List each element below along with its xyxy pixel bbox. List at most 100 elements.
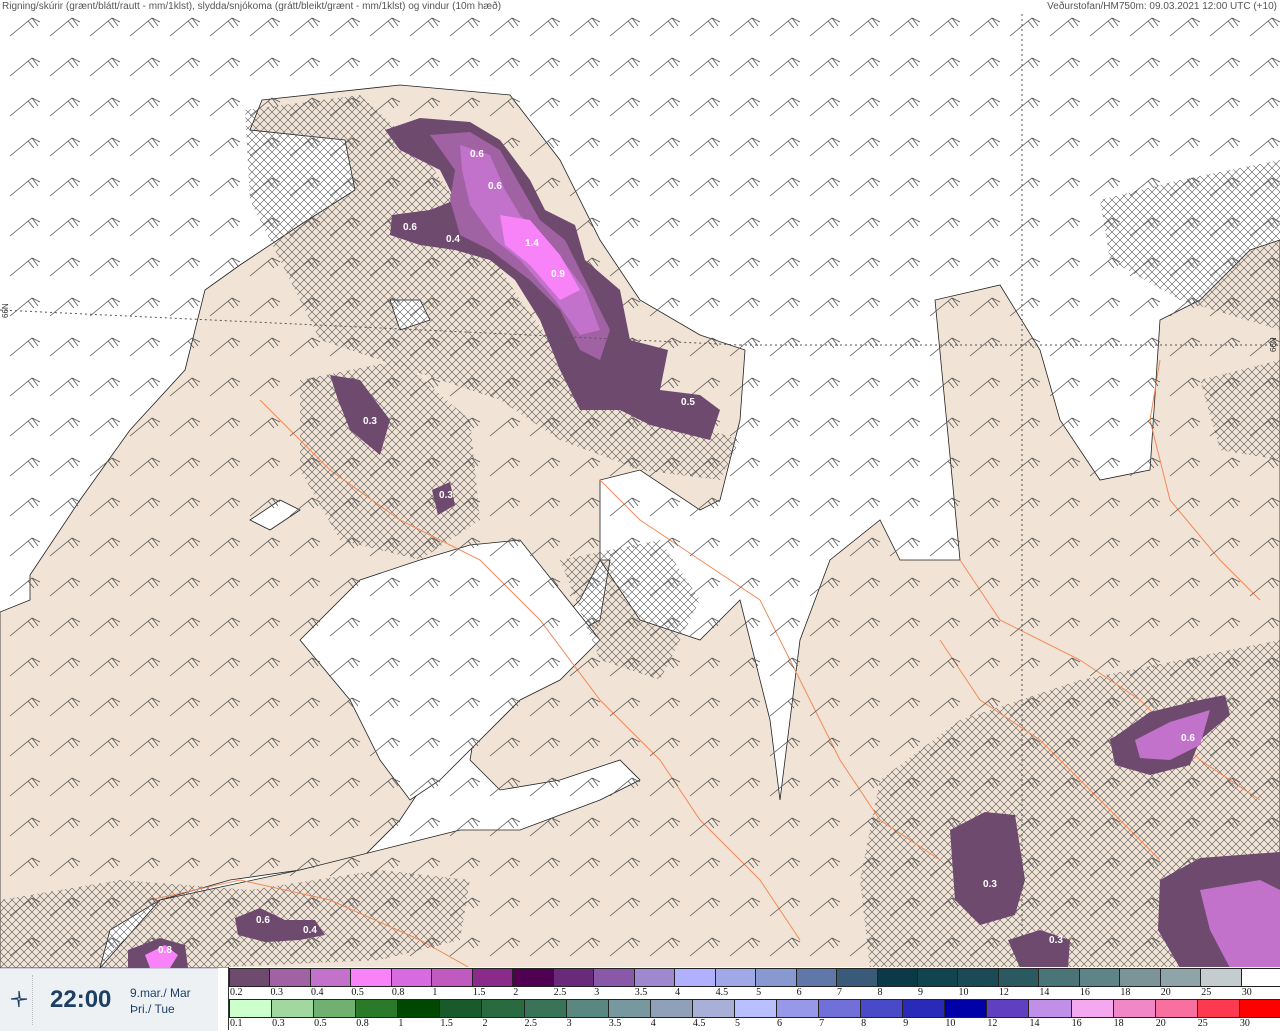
precip-value-label: 0.3 [439,490,453,501]
snow-legend-swatch [1240,968,1280,987]
rain-legend-swatch [1070,999,1114,1018]
rain-legend-label: 14 [1029,1018,1040,1029]
snow-legend-label: 0.8 [391,987,405,998]
rain-legend-label: 5 [734,1018,740,1029]
cycle-icon[interactable] [9,989,29,1009]
snow-legend-label: 8 [877,987,883,998]
rain-legend-swatch [986,999,1030,1018]
precip-value-label: 0.6 [488,181,502,192]
snow-legend-swatch [714,968,757,987]
snow-legend-label: 4.5 [715,987,729,998]
rain-legend-label: 8 [861,1018,867,1029]
rain-legend-label: 0.3 [272,1018,285,1029]
snow-legend-label: 7 [837,987,843,998]
snow-legend-label: 2.5 [553,987,567,998]
snow-legend-swatch [795,968,838,987]
precip-value-label: 0.9 [551,269,565,280]
rain-legend-label: 7 [819,1018,825,1029]
rain-legend-swatch [902,999,946,1018]
precip-value-label: 0.3 [363,416,377,427]
rain-legend-swatch [523,999,567,1018]
rain-legend-label: 2.5 [524,1018,538,1029]
snow-legend-swatch [1159,968,1202,987]
rain-legend-label: 25 [1197,1018,1208,1029]
precip-value-label: 0.4 [303,925,317,936]
snow-scale-labels: 0.2 0.3 0.4 0.5 0.8 1 1.5 2 2.5 3 3.5 4 4.5 5 6 7 8 9 10 12… [229,987,1280,998]
rain-legend-swatch [355,999,399,1018]
rain-legend-label: 20 [1155,1018,1166,1029]
snow-color-scale [229,968,1280,987]
rain-legend-label: 0.8 [356,1018,369,1029]
rain-legend-label: 3 [566,1018,572,1029]
snow-legend-label: 3 [594,987,600,998]
color-legend: 0.2 0.3 0.4 0.5 0.8 1 1.5 2 2.5 3 3.5 4 4.5 5 6 7 8 9 10 12… [228,967,1280,1030]
rain-legend-swatch [565,999,609,1018]
precip-value-label: 0.5 [681,397,695,408]
rain-legend-label: 16 [1071,1018,1082,1029]
snow-legend-swatch [1038,968,1080,987]
rain-legend-label: 1 [398,1018,404,1029]
precip-value-label: 0.6 [1181,733,1195,744]
rain-legend-swatch [397,999,441,1018]
snow-legend-label: 18 [1120,987,1131,998]
snow-legend-label: 1.5 [472,987,486,998]
rain-legend-label: 12 [987,1018,998,1029]
precip-value-label: 1.4 [525,238,539,249]
snow-legend-swatch [997,968,1040,987]
snow-legend-swatch [633,968,676,987]
map-title: Rigning/skúrir (grænt/blátt/rautt - mm/1… [2,0,502,13]
rain-legend-swatch [607,999,651,1018]
weather-map[interactable]: 0.6 0.6 0.6 0.4 1.4 0.9 0.5 0.3 0.3 0.6 0.3 0.3 0.6 0… [0,0,1280,968]
precip-value-label: 0.3 [1049,935,1063,946]
snow-legend-label: 0.3 [270,987,283,998]
snow-legend-swatch [957,968,999,987]
snow-legend-swatch [1078,968,1121,987]
rain-legend-swatch [818,999,862,1018]
forecast-weekday: Þri./ Tue [130,1002,175,1016]
snow-legend-swatch [431,968,473,987]
rain-legend-swatch [1154,999,1198,1018]
rain-legend-swatch [733,999,778,1018]
snow-legend-swatch [512,968,554,987]
snow-legend-label: 20 [1160,987,1171,998]
rain-legend-swatch [1196,999,1240,1018]
snow-legend-label: 30 [1241,987,1252,998]
snow-legend-swatch [593,968,635,987]
lat-label-left: 66N [1,303,10,318]
snow-legend-swatch [876,968,918,987]
forecast-date: 9.mar./ Mar [130,986,191,1000]
rain-legend-label: 2 [482,1018,488,1029]
rain-legend-label: 9 [903,1018,909,1029]
rain-scale-labels: 0.1 0.3 0.5 0.8 1 1.5 2 2.5 3 3.5 4 4.5 5 6 7 8 9 10 12 14 1… [229,1018,1280,1029]
time-panel[interactable]: 22:00 9.mar./ Mar Þri./ Tue [0,968,218,1031]
rain-legend-swatch [691,999,735,1018]
snow-legend-label: 9 [917,987,923,998]
rain-legend-swatch [860,999,904,1018]
precip-value-label: 0.3 [983,879,997,890]
rain-color-scale [229,999,1280,1018]
snow-legend-swatch [916,968,959,987]
snow-legend-label: 10 [958,987,969,998]
forecast-time: 22:00 [50,986,112,1013]
rain-legend-swatch [271,999,315,1018]
rain-legend-label: 3.5 [608,1018,622,1029]
snow-legend-label: 6 [796,987,802,998]
rain-legend-label: 10 [945,1018,956,1029]
rain-legend-label: 4 [650,1018,656,1029]
snow-legend-swatch [350,968,392,987]
rain-legend-label: 4.5 [692,1018,706,1029]
rain-legend-swatch [776,999,820,1018]
precip-value-label: 0.4 [446,234,460,245]
rain-legend-swatch [229,999,273,1018]
snow-legend-label: 2 [513,987,519,998]
precip-value-label: 0.8 [158,945,172,956]
precip-value-label: 0.6 [256,915,270,926]
rain-legend-swatch [944,999,988,1018]
snow-legend-label: 16 [1079,987,1090,998]
rain-legend-label: 30 [1239,1018,1250,1029]
snow-legend-swatch [755,968,797,987]
rain-legend-swatch [1028,999,1072,1018]
rain-legend-swatch [439,999,483,1018]
snow-legend-label: 0.5 [351,987,364,998]
precip-value-label: 0.6 [470,149,484,160]
